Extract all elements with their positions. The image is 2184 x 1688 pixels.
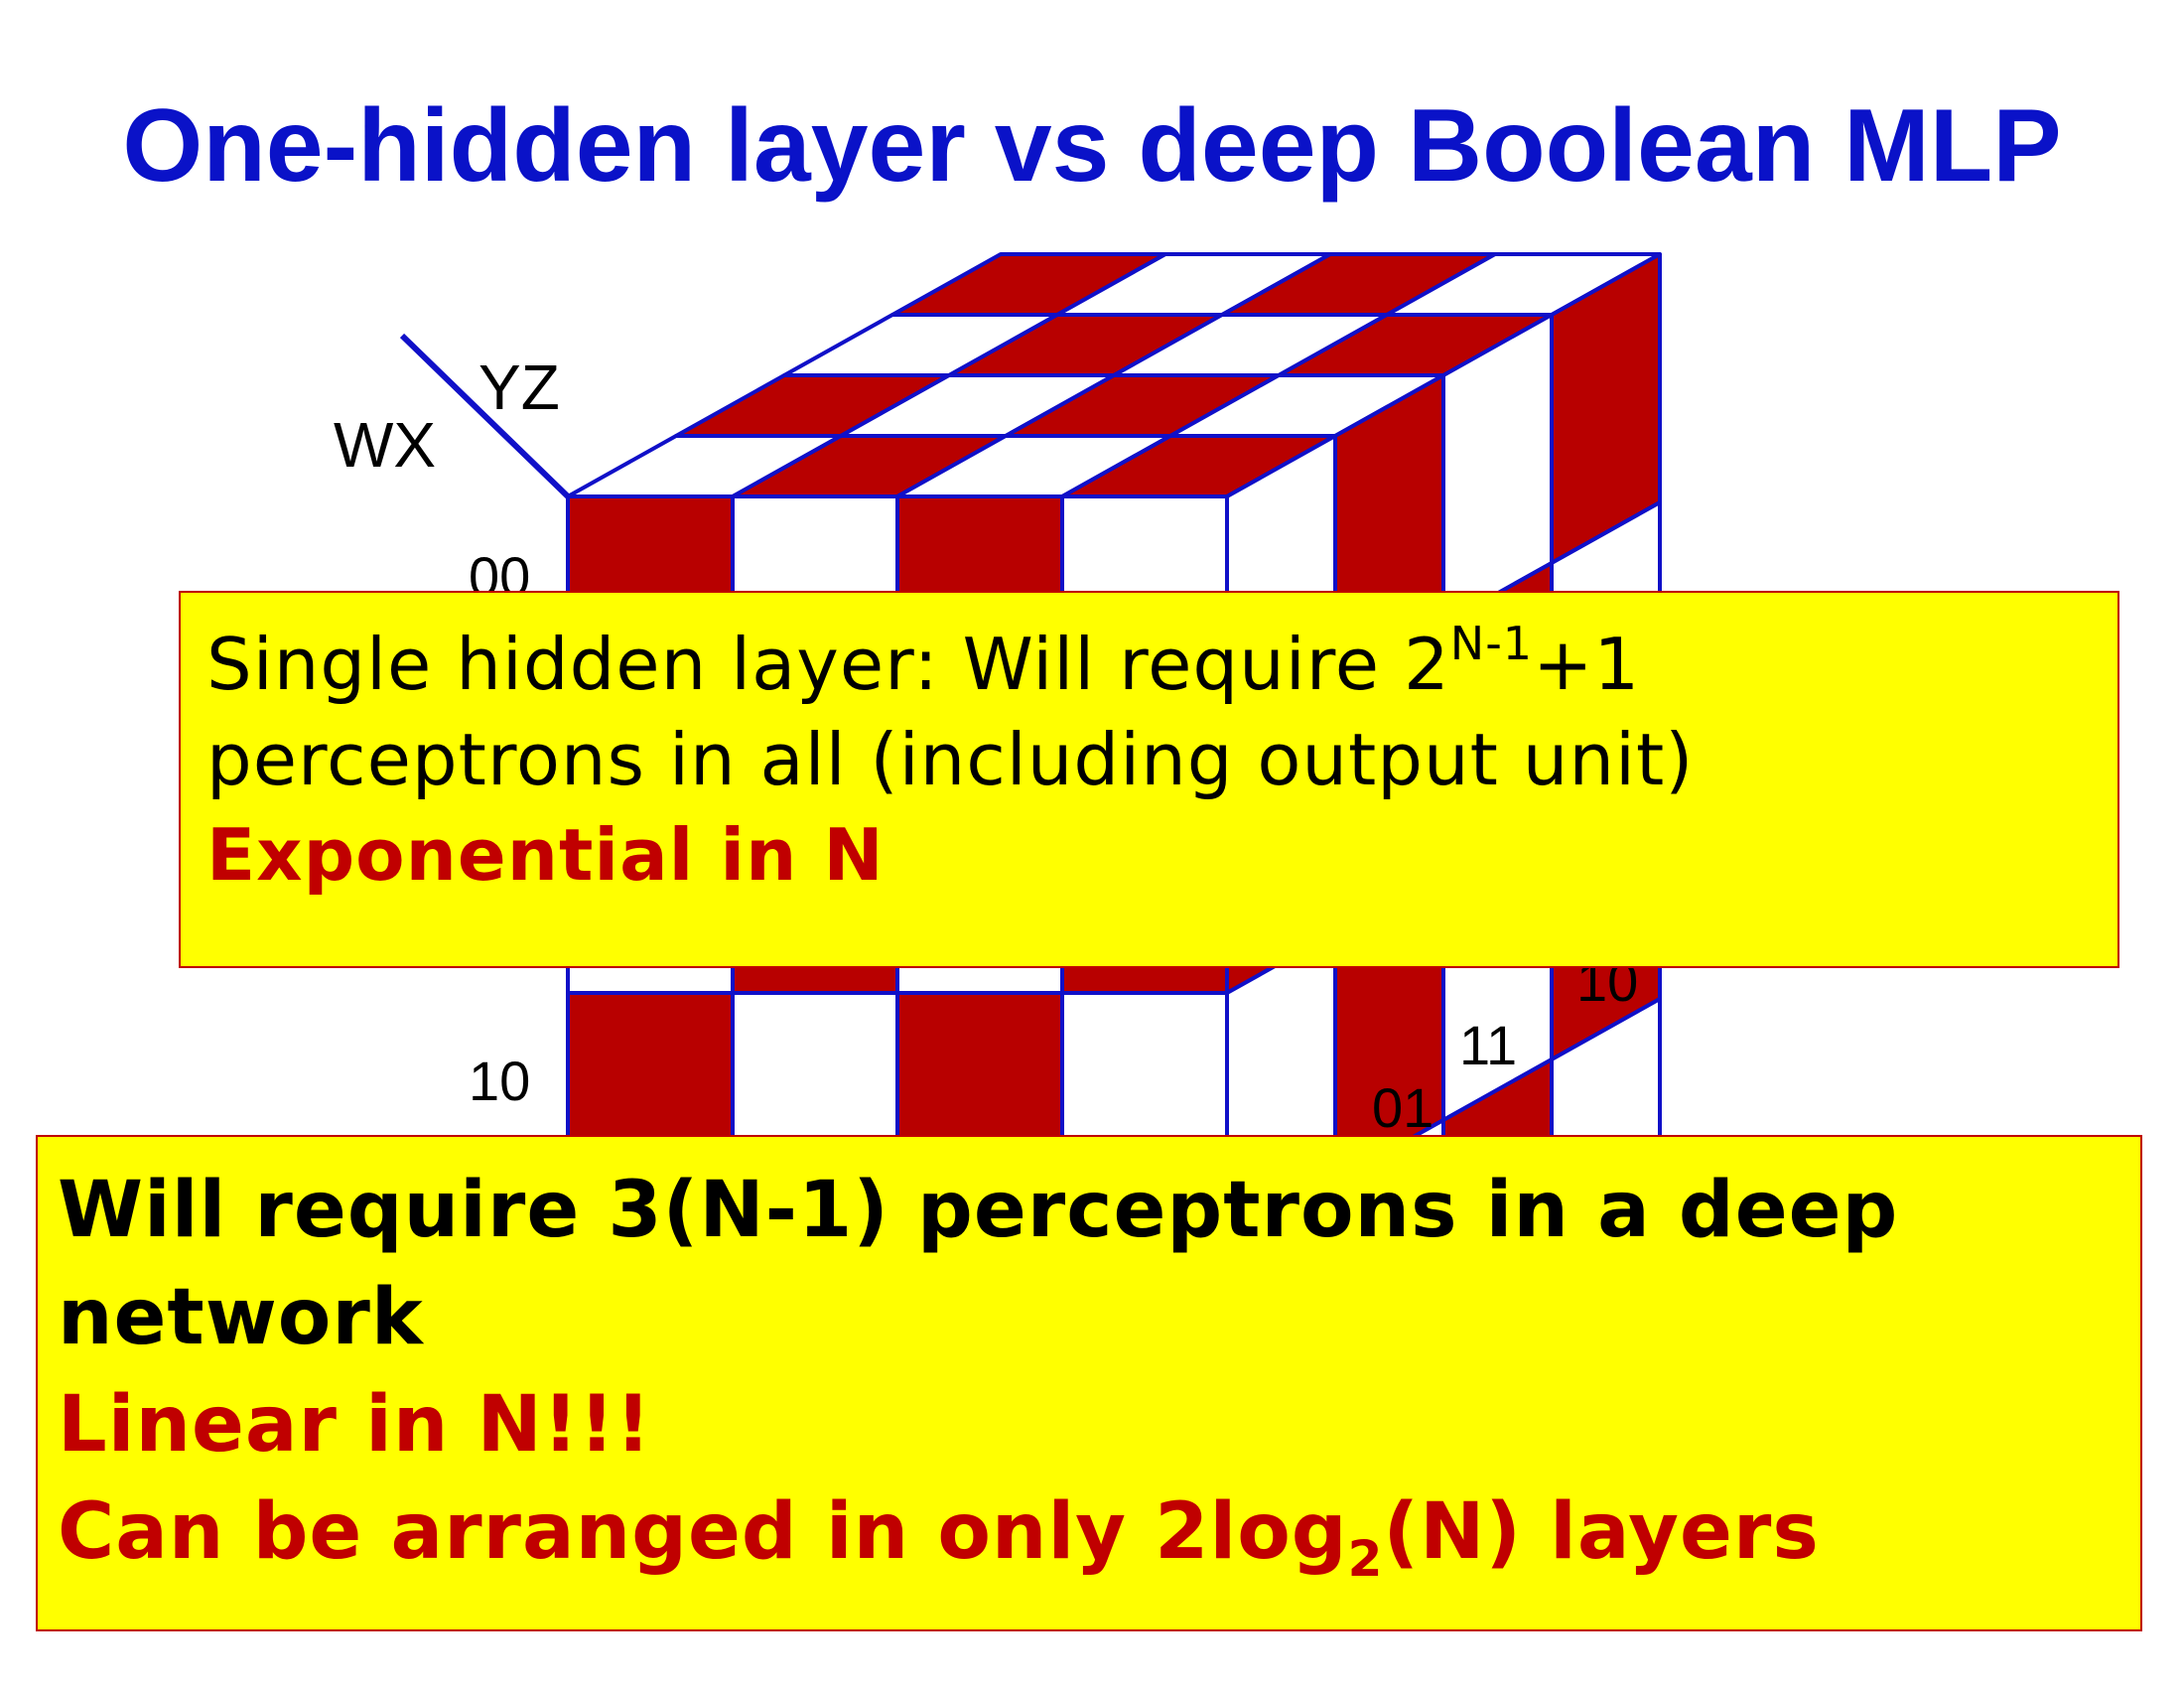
- single-hidden-layer-callout: Single hidden layer: Will require 2N-1+1…: [179, 591, 2119, 968]
- col-vars-label: YZ: [478, 352, 560, 423]
- callout2-line4-text: Can be arranged in only 2log: [58, 1487, 1348, 1577]
- callout1-line1-tail: +1: [1533, 623, 1641, 706]
- callout2-line1: Will require 3(N-1) perceptrons in a dee…: [58, 1166, 1899, 1255]
- callout2-emphasis-layers: Can be arranged in only 2log2(N) layers: [58, 1478, 2140, 1586]
- callout2-line4-tail: (N) layers: [1383, 1487, 1820, 1577]
- callout1-line2: perceptrons in all (including output uni…: [206, 718, 1695, 801]
- row-vars-label: WX: [334, 409, 436, 481]
- callout1-emphasis: Exponential in N: [206, 813, 885, 897]
- callout1-line1: Single hidden layer: Will require 2N-1+1: [206, 617, 2117, 712]
- callout1-exponent: N-1: [1449, 617, 1534, 670]
- callout2-emphasis-linear: Linear in N!!!: [58, 1380, 652, 1470]
- depth-label-2: 01: [1372, 1076, 1433, 1139]
- callout2-subscript: 2: [1347, 1530, 1384, 1588]
- row-label-1: 10: [469, 1050, 530, 1112]
- callout2-line2: network: [58, 1273, 424, 1362]
- deep-network-callout: Will require 3(N-1) perceptrons in a dee…: [36, 1135, 2142, 1631]
- depth-label-1: 11: [1459, 1014, 1517, 1076]
- callout1-line1-text: Single hidden layer: Will require 2: [206, 623, 1450, 706]
